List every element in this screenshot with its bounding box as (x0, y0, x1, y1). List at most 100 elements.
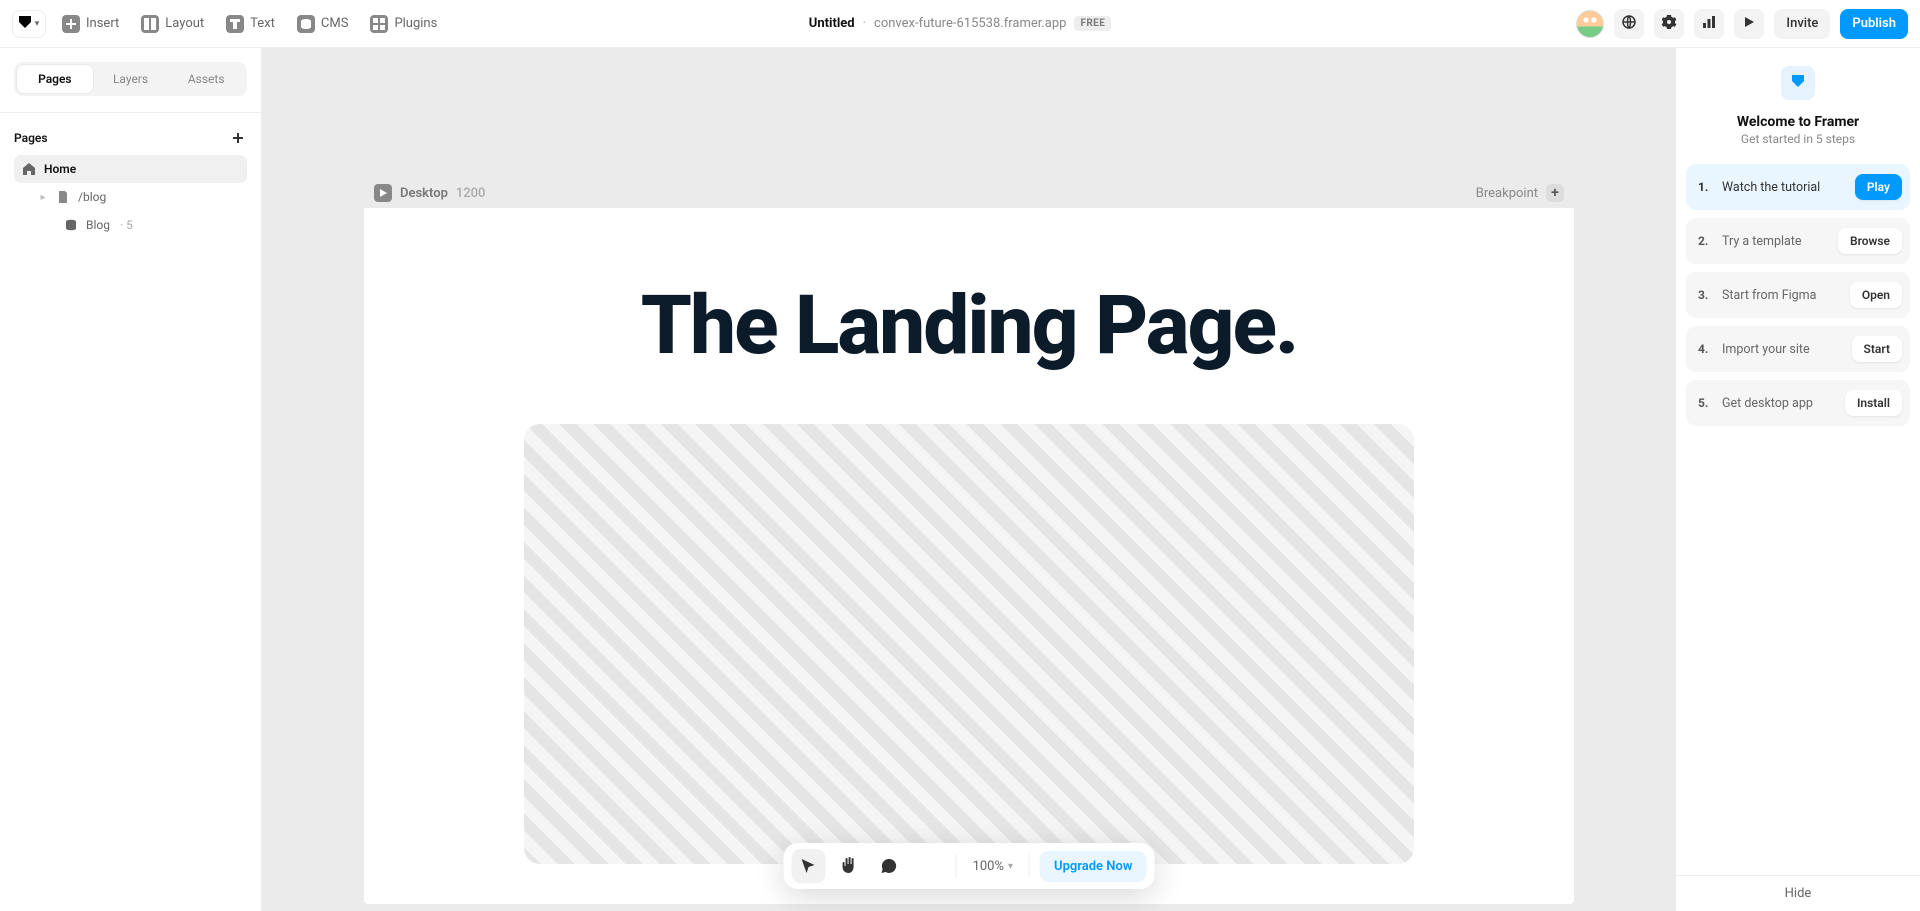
page-label: /blog (78, 190, 106, 204)
page-item-blog-collection[interactable]: Blog · 5 (14, 211, 247, 239)
step-number: 5. (1698, 396, 1712, 410)
tab-assets[interactable]: Assets (168, 65, 244, 93)
breakpoint-label[interactable]: Breakpoint (1476, 186, 1538, 201)
tab-layers[interactable]: Layers (93, 65, 169, 93)
framer-logo-icon (1792, 75, 1804, 91)
step-browse-button[interactable]: Browse (1838, 228, 1902, 254)
step-open-button[interactable]: Open (1850, 282, 1902, 308)
top-toolbar: ▾ Insert Layout Text CMS Plugins Untitle… (0, 0, 1920, 48)
headline-text[interactable]: The Landing Page. (424, 278, 1514, 374)
step-start-button[interactable]: Start (1852, 336, 1902, 362)
dark-mode-toggle[interactable] (912, 849, 946, 883)
add-page-button[interactable] (229, 129, 247, 147)
plan-badge: FREE (1074, 16, 1111, 31)
frame[interactable]: Desktop 1200 Breakpoint + The Landing Pa… (364, 178, 1574, 904)
dot-separator: · (863, 16, 866, 31)
step-2: 2. Try a template Browse (1686, 218, 1910, 264)
step-number: 2. (1698, 234, 1712, 248)
step-label: Watch the tutorial (1722, 180, 1820, 195)
step-4: 4. Import your site Start (1686, 326, 1910, 372)
frame-width[interactable]: 1200 (456, 186, 486, 201)
frame-header: Desktop 1200 Breakpoint + (364, 178, 1574, 208)
chart-icon (1701, 14, 1717, 34)
canvas-area[interactable]: Desktop 1200 Breakpoint + The Landing Pa… (262, 48, 1676, 911)
pages-section-title: Pages (14, 131, 48, 145)
step-label: Import your site (1722, 342, 1810, 357)
zoom-selector[interactable]: 100% ▾ (967, 859, 1019, 874)
plus-icon (62, 15, 80, 33)
welcome-title: Welcome to Framer (1737, 114, 1859, 130)
hand-tool[interactable] (832, 849, 866, 883)
globe-button[interactable] (1614, 9, 1644, 39)
insert-menu[interactable]: Insert (56, 11, 125, 37)
frame-body[interactable]: The Landing Page. (364, 208, 1574, 904)
hide-sidebar-button[interactable]: Hide (1676, 875, 1920, 911)
invite-button[interactable]: Invite (1774, 9, 1830, 39)
page-item-blog[interactable]: ▸ /blog (14, 183, 247, 211)
page-label: Home (44, 162, 76, 176)
canvas-toolbar: 100% ▾ Upgrade Now (784, 843, 1155, 889)
home-icon (22, 162, 36, 176)
step-number: 1. (1698, 180, 1712, 194)
play-icon (1742, 15, 1756, 33)
plugins-icon (370, 15, 388, 33)
settings-button[interactable] (1654, 9, 1684, 39)
step-label: Start from Figma (1722, 288, 1816, 303)
page-label: Blog (86, 218, 110, 232)
page-item-home[interactable]: Home (14, 155, 247, 183)
welcome-logo (1781, 66, 1815, 100)
page-count: · 5 (120, 218, 133, 232)
chevron-down-icon: ▾ (1008, 861, 1013, 872)
layout-label: Layout (165, 16, 204, 31)
left-sidebar: Pages Layers Assets Pages Home ▸ /blog B… (0, 48, 262, 911)
step-3: 3. Start from Figma Open (1686, 272, 1910, 318)
select-tool[interactable] (792, 849, 826, 883)
preview-button[interactable] (1734, 9, 1764, 39)
welcome-subtitle: Get started in 5 steps (1741, 132, 1855, 146)
framer-logo-icon (19, 16, 31, 32)
project-domain[interactable]: convex-future-615538.framer.app (874, 16, 1066, 31)
layout-menu[interactable]: Layout (135, 11, 210, 37)
plugins-menu[interactable]: Plugins (364, 11, 443, 37)
globe-icon (1621, 14, 1637, 34)
framer-menu-button[interactable]: ▾ (12, 10, 46, 38)
tab-pages[interactable]: Pages (17, 65, 93, 93)
text-label: Text (250, 16, 275, 31)
step-label: Try a template (1722, 234, 1802, 249)
cms-icon (297, 15, 315, 33)
cms-label: CMS (321, 16, 349, 31)
publish-button[interactable]: Publish (1840, 9, 1908, 39)
step-play-button[interactable]: Play (1855, 174, 1902, 200)
divider (1029, 854, 1030, 878)
step-1: 1. Watch the tutorial Play (1686, 164, 1910, 210)
upgrade-button[interactable]: Upgrade Now (1040, 851, 1146, 882)
step-number: 3. (1698, 288, 1712, 302)
insert-label: Insert (86, 16, 119, 31)
sidebar-tabs: Pages Layers Assets (14, 62, 247, 96)
step-5: 5. Get desktop app Install (1686, 380, 1910, 426)
frame-device-icon[interactable] (374, 184, 392, 202)
comment-tool[interactable] (872, 849, 906, 883)
divider (0, 112, 261, 113)
cms-menu[interactable]: CMS (291, 11, 355, 37)
gear-icon (1661, 14, 1677, 34)
add-breakpoint-button[interactable]: + (1546, 184, 1564, 202)
divider (956, 854, 957, 878)
right-sidebar: Welcome to Framer Get started in 5 steps… (1676, 48, 1920, 911)
image-placeholder[interactable] (524, 424, 1414, 864)
step-label: Get desktop app (1722, 396, 1813, 411)
text-menu[interactable]: Text (220, 11, 281, 37)
project-title[interactable]: Untitled (809, 16, 855, 31)
step-number: 4. (1698, 342, 1712, 356)
frame-device-label[interactable]: Desktop (400, 186, 448, 201)
avatar[interactable] (1576, 10, 1604, 38)
collection-icon (64, 218, 78, 232)
chevron-down-icon: ▾ (35, 19, 40, 29)
plugins-label: Plugins (394, 16, 437, 31)
page-icon (56, 190, 70, 204)
analytics-button[interactable] (1694, 9, 1724, 39)
text-icon (226, 15, 244, 33)
step-install-button[interactable]: Install (1845, 390, 1902, 416)
layout-icon (141, 15, 159, 33)
zoom-value: 100% (973, 859, 1004, 874)
